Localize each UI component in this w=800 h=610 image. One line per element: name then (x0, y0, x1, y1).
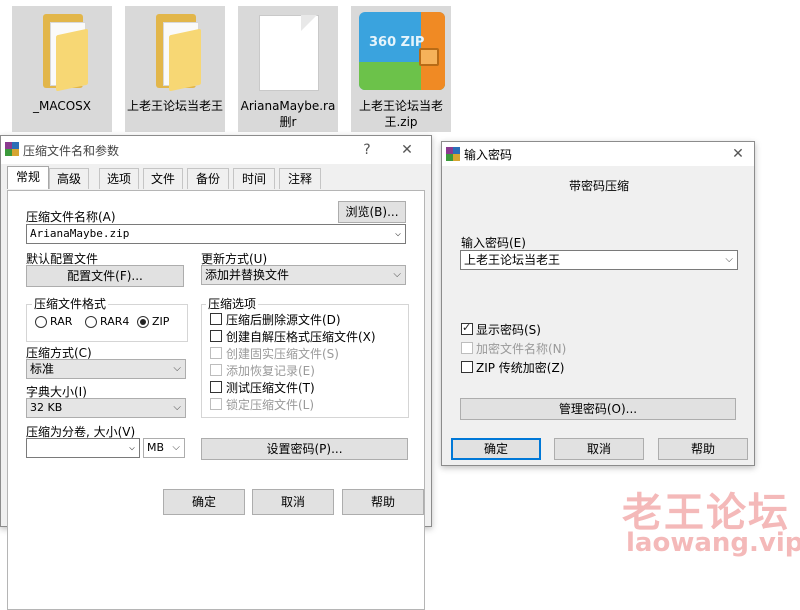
cancel-button[interactable]: 取消 (554, 438, 644, 460)
dictionary-size-value: 32 KB (30, 401, 63, 414)
archive-options-title: 压缩选项 (206, 295, 259, 312)
help-icon[interactable]: ? (357, 140, 377, 160)
dialog-title: 输入密码 (464, 148, 513, 162)
archive-name-combobox[interactable]: ArianaMaybe.zip (26, 224, 406, 244)
set-password-button[interactable]: 设置密码(P)... (201, 438, 408, 460)
ok-button[interactable]: 确定 (451, 438, 541, 460)
tab-time[interactable]: 时间 (233, 168, 275, 189)
show-password-label[interactable]: 显示密码(S) (476, 321, 541, 338)
chevron-down-icon[interactable] (173, 360, 181, 378)
file-macosx-folder[interactable]: _MACOSX (12, 6, 112, 132)
tab-panel-general: 压缩文件名称(A) 浏览(B)... ArianaMaybe.zip 默认配置文… (7, 190, 425, 610)
file-laowang-folder[interactable]: 上老王论坛当老王 (125, 6, 225, 132)
winrar-app-icon (5, 142, 19, 156)
file-label: _MACOSX (32, 99, 91, 113)
tab-general[interactable]: 常规 (7, 166, 49, 189)
organize-passwords-button[interactable]: 管理密码(O)... (460, 398, 736, 420)
chevron-down-icon[interactable] (393, 266, 401, 284)
zip-legacy-encryption-checkbox[interactable] (461, 361, 473, 373)
zip-archive-icon: 360 ZIP (359, 12, 445, 90)
file-laowang-zip[interactable]: 360 ZIP 上老王论坛当老王.zip (351, 6, 451, 132)
watermark-url: laowang.vip (626, 528, 800, 558)
dictionary-size-select[interactable]: 32 KB (26, 398, 186, 418)
zip-icon-text: 360 ZIP (369, 35, 425, 50)
format-rar4-radio[interactable] (85, 316, 97, 328)
chevron-down-icon[interactable] (725, 251, 733, 269)
password-value: 上老王论坛当老王 (464, 253, 561, 267)
tab-options[interactable]: 选项 (99, 168, 139, 189)
cancel-button[interactable]: 取消 (252, 489, 334, 515)
update-mode-value: 添加并替换文件 (205, 268, 290, 282)
update-mode-select[interactable]: 添加并替换文件 (201, 265, 406, 285)
chevron-down-icon[interactable] (129, 439, 135, 457)
profiles-button[interactable]: 配置文件(F)... (26, 265, 184, 287)
format-rar-label[interactable]: RAR (50, 315, 72, 328)
archive-name-value: ArianaMaybe.zip (30, 227, 130, 240)
lock-archive-checkbox (210, 398, 222, 410)
title-bar: 压缩文件名和参数 ? ✕ (1, 136, 431, 164)
tab-comment[interactable]: 注释 (279, 168, 321, 189)
tab-backup[interactable]: 备份 (187, 168, 229, 189)
chevron-down-icon[interactable] (172, 439, 180, 457)
help-button[interactable]: 帮助 (342, 489, 424, 515)
chevron-down-icon[interactable] (173, 399, 181, 417)
tab-files[interactable]: 文件 (143, 168, 183, 189)
format-zip-label[interactable]: ZIP (152, 315, 169, 328)
lock-archive-label: 锁定压缩文件(L) (226, 398, 315, 412)
password-combobox[interactable]: 上老王论坛当老王 (460, 250, 738, 270)
password-dialog: 输入密码 ✕ 带密码压缩 输入密码(E) 上老王论坛当老王 显示密码(S) 加密… (441, 141, 755, 466)
encrypt-file-names-checkbox (461, 342, 473, 354)
tab-advanced[interactable]: 高级 (49, 168, 89, 189)
method-value: 标准 (30, 362, 55, 376)
file-ariana-rar[interactable]: ArianaMaybe.ra 删r (238, 6, 338, 132)
chevron-down-icon[interactable] (395, 225, 401, 243)
file-label: 上老王论坛当老王.zip (358, 99, 443, 129)
zip-legacy-encryption-label[interactable]: ZIP 传统加密(Z) (476, 359, 564, 376)
archive-format-title: 压缩文件格式 (32, 295, 109, 312)
browse-button[interactable]: 浏览(B)... (338, 201, 406, 223)
recovery-record-checkbox (210, 364, 222, 376)
solid-archive-label: 创建固实压缩文件(S) (226, 347, 339, 361)
ok-button[interactable]: 确定 (163, 489, 245, 515)
archive-parameters-dialog: 压缩文件名和参数 ? ✕ 常规 高级 选项 文件 备份 时间 注释 压缩文件名称… (0, 135, 432, 610)
delete-after-archiving-checkbox[interactable] (210, 313, 222, 325)
solid-archive-checkbox (210, 347, 222, 359)
create-sfx-label[interactable]: 创建自解压格式压缩文件(X) (226, 328, 376, 345)
password-dialog-heading: 带密码压缩 (569, 179, 630, 193)
test-archive-checkbox[interactable] (210, 381, 222, 393)
split-unit-select[interactable]: MB (143, 438, 185, 458)
dialog-title: 压缩文件名和参数 (23, 144, 120, 158)
format-rar-radio[interactable] (35, 316, 47, 328)
archive-name-label: 压缩文件名称(A) (26, 210, 116, 224)
help-button[interactable]: 帮助 (658, 438, 748, 460)
create-sfx-checkbox[interactable] (210, 330, 222, 342)
title-bar: 输入密码 ✕ (442, 142, 754, 166)
close-icon[interactable]: ✕ (728, 144, 748, 164)
split-unit-value: MB (147, 441, 165, 454)
show-password-checkbox[interactable] (461, 321, 473, 335)
delete-after-archiving-label[interactable]: 压缩后删除源文件(D) (226, 311, 341, 328)
recovery-record-label: 添加恢复记录(E) (226, 364, 315, 378)
file-label: 上老王论坛当老王 (126, 99, 223, 113)
encrypt-file-names-label: 加密文件名称(N) (476, 342, 567, 356)
close-icon[interactable]: ✕ (397, 140, 417, 160)
winrar-app-icon (446, 147, 460, 161)
format-zip-radio[interactable] (137, 316, 149, 328)
test-archive-label[interactable]: 测试压缩文件(T) (226, 379, 315, 396)
split-volume-combobox[interactable] (26, 438, 140, 458)
file-label: ArianaMaybe.ra 删r (240, 99, 336, 129)
method-select[interactable]: 标准 (26, 359, 186, 379)
format-rar4-label[interactable]: RAR4 (100, 315, 129, 328)
password-label: 输入密码(E) (461, 236, 526, 250)
